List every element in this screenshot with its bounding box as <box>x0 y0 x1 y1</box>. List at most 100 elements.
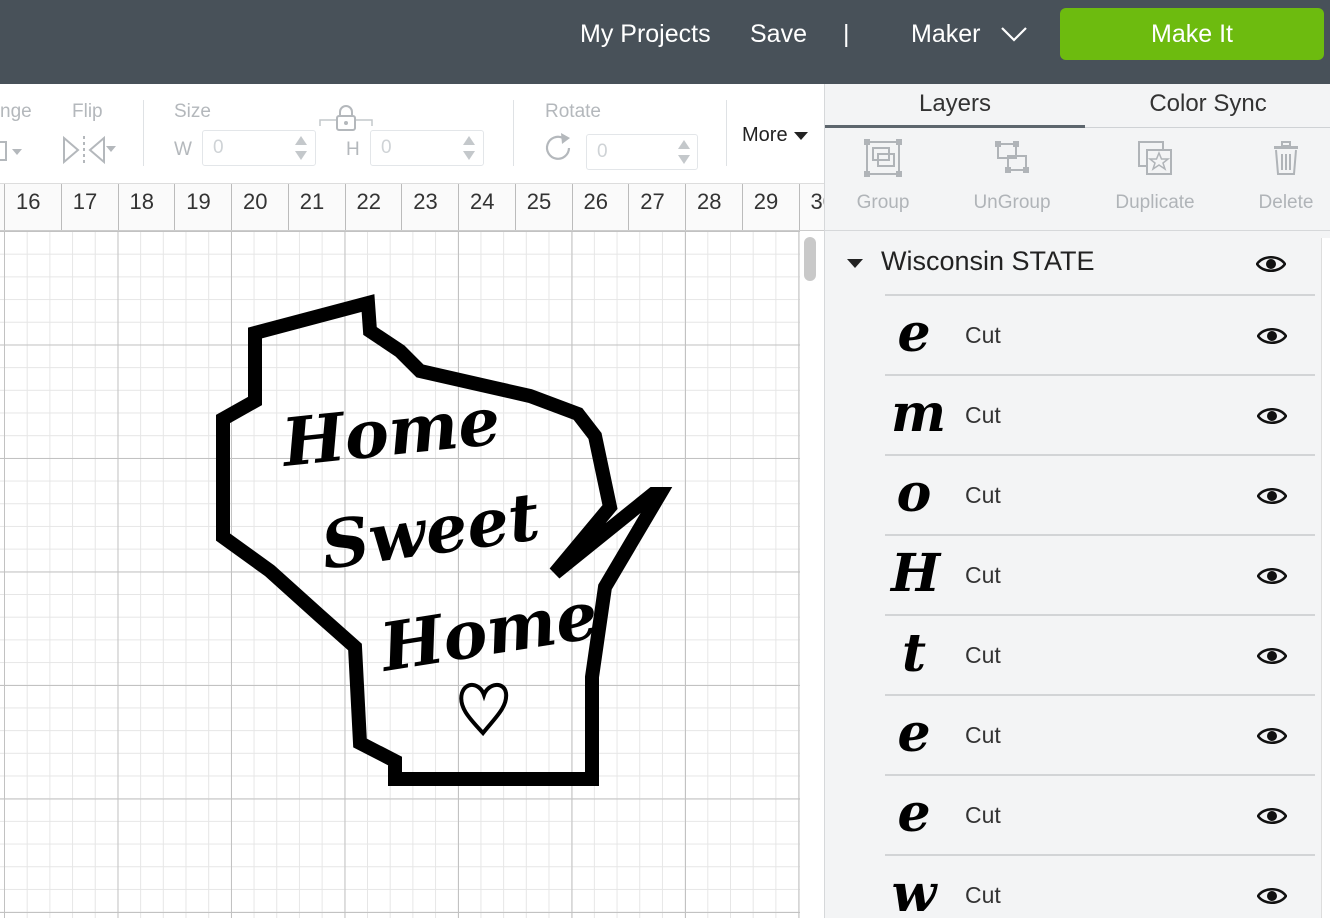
layer-group-wisconsin-state[interactable]: Wisconsin STATE <box>825 232 1321 294</box>
size-label: Size <box>174 101 211 122</box>
eye-icon[interactable] <box>1257 326 1287 346</box>
my-projects-link[interactable]: My Projects <box>580 0 711 68</box>
ruler-label: 26 <box>583 189 608 214</box>
eye-icon[interactable] <box>1257 406 1287 426</box>
ruler-label: 20 <box>243 189 268 214</box>
layer-row[interactable]: e Cut <box>885 774 1315 854</box>
arrange-label: nge <box>0 101 32 122</box>
layer-row[interactable]: H Cut <box>885 534 1315 614</box>
eye-icon[interactable] <box>1257 806 1287 826</box>
canvas-scrollbar[interactable] <box>800 231 824 918</box>
ruler-label: 27 <box>640 189 665 214</box>
layer-row[interactable]: w Cut <box>885 854 1315 918</box>
horizontal-ruler: 16 17 18 19 20 21 22 23 24 25 26 27 28 29 30 <box>0 184 824 231</box>
ruler-label: 22 <box>356 189 381 214</box>
layer-row[interactable]: e Cut <box>885 294 1315 374</box>
layer-thumbnail: e <box>897 703 931 764</box>
save-link[interactable]: Save <box>750 0 807 68</box>
ruler-label: 21 <box>299 189 325 214</box>
flip-icon[interactable] <box>60 134 118 166</box>
height-stepper[interactable] <box>462 133 476 163</box>
toolbar-divider <box>143 100 144 166</box>
eye-icon[interactable] <box>1257 726 1287 746</box>
eye-icon[interactable] <box>1257 646 1287 666</box>
layer-row[interactable]: m Cut <box>885 374 1315 454</box>
ruler-tick <box>4 184 5 230</box>
ungroup-label: UnGroup <box>973 192 1051 213</box>
ruler-tick <box>514 184 516 230</box>
ruler-label: 18 <box>129 189 154 214</box>
ruler-tick <box>401 184 403 230</box>
collapse-caret-icon[interactable] <box>847 259 863 268</box>
panel-scrollbar[interactable] <box>1321 238 1330 918</box>
tab-color-sync[interactable]: Color Sync <box>1085 84 1330 128</box>
design-word-home-bottom: Home <box>373 576 603 687</box>
heart-shape <box>459 683 509 737</box>
ruler-tick <box>571 184 573 230</box>
delete-button[interactable]: Delete <box>1256 138 1316 214</box>
eye-icon[interactable] <box>1256 254 1286 274</box>
layers-panel: Layers Color Sync Group UnGroup Duplicat… <box>824 84 1330 918</box>
ruler-tick <box>741 184 743 230</box>
eye-icon[interactable] <box>1257 886 1287 906</box>
layer-thumbnail: e <box>897 303 931 364</box>
ruler-tick <box>174 184 176 230</box>
ruler-tick <box>344 184 346 230</box>
ruler-label: 30 <box>810 189 825 214</box>
group-name: Wisconsin STATE <box>881 246 1095 276</box>
tab-layers[interactable]: Layers <box>825 84 1085 128</box>
group-button[interactable]: Group <box>853 138 913 214</box>
canvas-scrollbar-thumb[interactable] <box>804 237 816 281</box>
ruler-tick <box>458 184 459 230</box>
layer-operation-label: Cut <box>965 562 1001 588</box>
ruler-tick <box>628 184 630 230</box>
delete-label: Delete <box>1258 192 1314 213</box>
layer-thumbnail: e <box>897 783 931 844</box>
ruler-label: 19 <box>186 189 211 214</box>
design-word-sweet: Sweet <box>316 477 544 585</box>
rotate-label: Rotate <box>545 101 601 122</box>
layer-row[interactable]: t Cut <box>885 614 1315 694</box>
ungroup-button[interactable]: UnGroup <box>971 138 1053 214</box>
top-bar: My Projects Save | Maker Make It <box>0 0 1330 84</box>
toolbar-divider <box>726 100 727 166</box>
width-stepper[interactable] <box>294 133 308 163</box>
layer-thumbnail: m <box>891 383 947 444</box>
ruler-label: 25 <box>526 189 552 214</box>
flip-label: Flip <box>72 101 103 122</box>
make-it-button[interactable]: Make It <box>1060 8 1324 60</box>
trash-icon <box>1274 141 1298 175</box>
eye-icon[interactable] <box>1257 566 1287 586</box>
lock-icon[interactable] <box>318 104 374 132</box>
layer-thumbnail: t <box>901 623 927 684</box>
more-menu-button[interactable]: More <box>742 124 788 147</box>
duplicate-button[interactable]: Duplicate <box>1112 138 1198 214</box>
duplicate-label: Duplicate <box>1115 192 1195 213</box>
layer-operation-label: Cut <box>965 642 1001 668</box>
arrange-icon[interactable] <box>0 136 26 166</box>
duplicate-icon <box>1138 141 1172 175</box>
layer-row[interactable]: e Cut <box>885 694 1315 774</box>
eye-icon[interactable] <box>1257 486 1287 506</box>
toolbar-divider <box>513 100 514 166</box>
layer-row[interactable]: o Cut <box>885 454 1315 534</box>
ruler-label: 24 <box>470 189 495 214</box>
design-canvas[interactable]: Home Sweet Home <box>0 231 800 918</box>
ruler-label: 29 <box>753 189 779 214</box>
layer-operation-label: Cut <box>965 322 1001 348</box>
panel-divider <box>825 230 1330 231</box>
ruler-tick <box>231 184 232 230</box>
caret-down-icon[interactable] <box>794 132 808 140</box>
layer-thumbnail: w <box>891 863 937 918</box>
ruler-label: 17 <box>72 189 98 214</box>
wisconsin-design[interactable]: Home Sweet Home <box>0 231 800 918</box>
rotate-icon[interactable] <box>543 132 575 162</box>
layer-operation-label: Cut <box>965 482 1001 508</box>
rotate-stepper[interactable] <box>677 137 691 167</box>
layer-operation-label: Cut <box>965 882 1001 908</box>
machine-selector[interactable]: Maker <box>911 0 980 68</box>
layer-operation-label: Cut <box>965 802 1001 828</box>
layer-operation-label: Cut <box>965 722 1001 748</box>
group-label: Group <box>856 192 910 213</box>
chevron-down-icon[interactable] <box>1000 24 1028 44</box>
